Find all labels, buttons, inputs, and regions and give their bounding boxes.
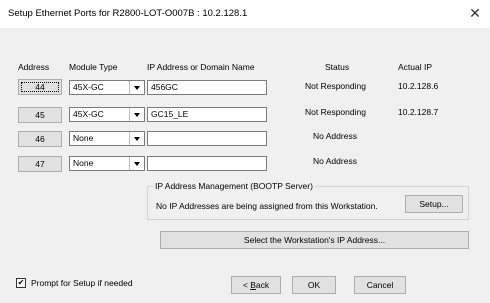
column-header-module-type: Module Type xyxy=(69,62,118,72)
close-icon[interactable]: ✕ xyxy=(466,4,484,22)
setup-button-label: Setup... xyxy=(419,199,449,209)
column-header-actual-ip: Actual IP xyxy=(398,62,433,72)
module-type-value: None xyxy=(73,158,94,168)
back-button[interactable]: < Back xyxy=(231,276,281,294)
chevron-down-icon[interactable] xyxy=(129,132,144,145)
ip-address-input-45[interactable]: GC15_LE xyxy=(147,107,267,122)
ip-address-input-46[interactable] xyxy=(147,131,267,146)
address-label: 45 xyxy=(35,110,45,120)
ip-management-title: IP Address Management (BOOTP Server) xyxy=(153,181,315,191)
ip-management-message: No IP Addresses are being assigned from … xyxy=(156,201,378,211)
address-button-46[interactable]: 46 xyxy=(18,131,62,147)
status-text-46: No Address xyxy=(313,131,357,141)
address-label: 46 xyxy=(35,134,45,144)
cancel-button[interactable]: Cancel xyxy=(354,276,406,294)
title-bar: Setup Ethernet Ports for R2800-LOT-O007B… xyxy=(0,0,490,28)
module-type-select-47[interactable]: None xyxy=(69,156,145,171)
module-type-select-46[interactable]: None xyxy=(69,131,145,146)
chevron-down-icon[interactable] xyxy=(129,108,144,121)
select-workstation-ip-button[interactable]: Select the Workstation's IP Address... xyxy=(160,231,469,249)
actual-ip-text-45: 10.2.128.7 xyxy=(398,107,439,117)
address-label: 47 xyxy=(35,159,45,169)
ip-address-input-47[interactable] xyxy=(147,156,267,171)
module-type-select-45[interactable]: 45X-GC xyxy=(69,107,145,122)
back-button-label: < Back xyxy=(242,280,270,290)
module-type-value: 45X-GC xyxy=(73,82,104,92)
ok-button[interactable]: OK xyxy=(292,276,336,294)
address-button-44[interactable]: 44 xyxy=(18,79,62,95)
setup-button[interactable]: Setup... xyxy=(405,195,463,213)
window-title: Setup Ethernet Ports for R2800-LOT-O007B… xyxy=(8,8,248,19)
prompt-checkbox-label: Prompt for Setup if needed xyxy=(31,278,133,288)
module-type-value: 45X-GC xyxy=(73,109,104,119)
actual-ip-text-44: 10.2.128.6 xyxy=(398,81,439,91)
column-header-ip-address: IP Address or Domain Name xyxy=(147,62,255,72)
address-button-45[interactable]: 45 xyxy=(18,107,62,123)
module-type-value: None xyxy=(73,133,94,143)
address-button-47[interactable]: 47 xyxy=(18,156,62,172)
status-text-45: Not Responding xyxy=(305,107,366,117)
ok-button-label: OK xyxy=(307,280,321,290)
module-type-select-44[interactable]: 45X-GC xyxy=(69,80,145,95)
chevron-down-icon[interactable] xyxy=(129,157,144,170)
ip-address-input-44[interactable]: 456GC xyxy=(147,80,267,95)
prompt-checkbox[interactable]: ✔ xyxy=(16,278,26,288)
chevron-down-icon[interactable] xyxy=(129,81,144,94)
address-label: 44 xyxy=(35,82,45,92)
column-header-status: Status xyxy=(325,62,350,72)
select-ip-label: Select the Workstation's IP Address... xyxy=(243,235,386,245)
column-header-address: Address xyxy=(18,62,50,72)
status-text-44: Not Responding xyxy=(305,81,366,91)
cancel-button-label: Cancel xyxy=(366,280,394,290)
status-text-47: No Address xyxy=(313,156,357,166)
